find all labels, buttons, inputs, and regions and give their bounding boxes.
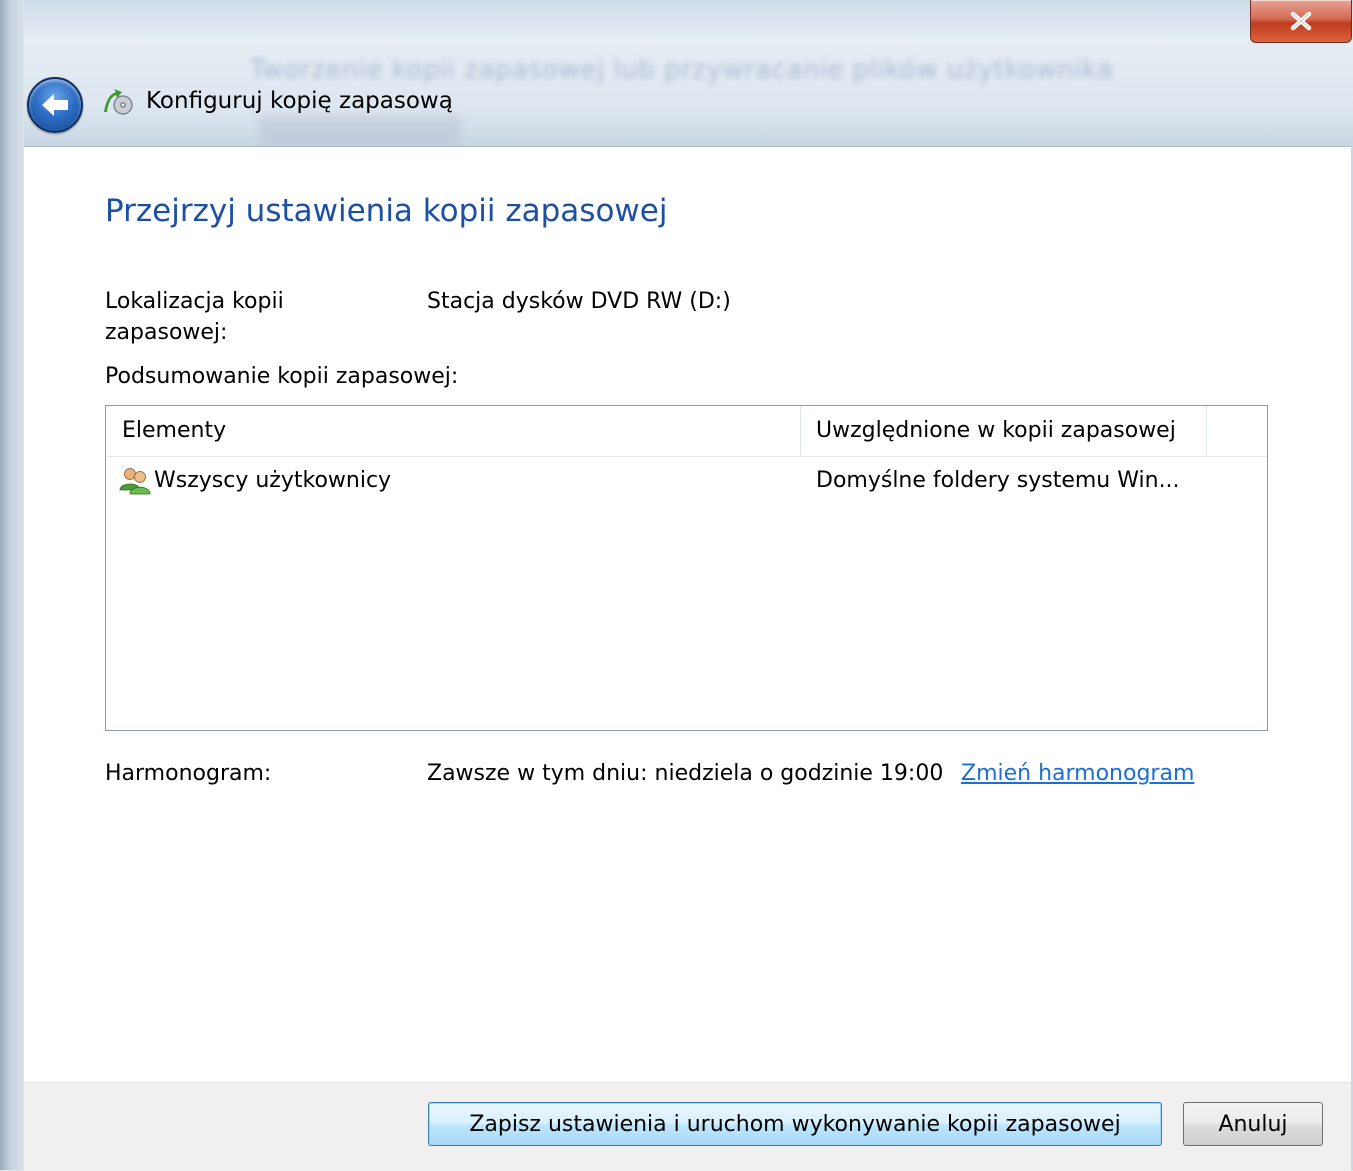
button-bar: Zapisz ustawienia i uruchom wykonywanie … xyxy=(24,1082,1351,1171)
list-item-name: Wszyscy użytkownicy xyxy=(154,468,392,493)
location-value: Stacja dysków DVD RW (D:) xyxy=(427,289,731,314)
save-and-run-backup-button[interactable]: Zapisz ustawienia i uruchom wykonywanie … xyxy=(428,1102,1162,1146)
back-arrow-icon xyxy=(42,94,68,116)
column-separator[interactable] xyxy=(1206,406,1207,456)
column-header-items[interactable]: Elementy xyxy=(122,406,226,456)
backup-icon xyxy=(104,89,133,115)
window-frame-left-edge xyxy=(0,0,24,1170)
backup-summary-list[interactable]: Elementy Uwzględnione w kopii zapasowej … xyxy=(105,405,1268,731)
page-title: Przejrzyj ustawienia kopii zapasowej xyxy=(105,193,668,229)
close-x-icon xyxy=(1290,11,1312,31)
cancel-button[interactable]: Anuluj xyxy=(1183,1102,1323,1146)
list-item[interactable]: Wszyscy użytkownicy Domyślne foldery sys… xyxy=(106,458,1267,504)
schedule-label: Harmonogram: xyxy=(105,761,272,786)
window-title: Konfiguruj kopię zapasową xyxy=(146,88,453,114)
column-separator[interactable] xyxy=(800,406,801,456)
background-blur xyxy=(260,115,460,145)
change-schedule-link[interactable]: Zmień harmonogram xyxy=(961,758,1194,789)
content-pane: Przejrzyj ustawienia kopii zapasowej Lok… xyxy=(24,146,1351,1083)
close-button[interactable] xyxy=(1250,0,1352,43)
back-button[interactable] xyxy=(27,77,83,133)
list-item-included: Domyślne foldery systemu Win... xyxy=(816,468,1180,493)
location-label: Lokalizacja kopii zapasowej: xyxy=(105,289,284,345)
summary-label: Podsumowanie kopii zapasowej: xyxy=(105,364,459,389)
schedule-value: Zawsze w tym dniu: niedziela o godzinie … xyxy=(427,761,944,786)
users-icon xyxy=(119,468,151,495)
column-header-included[interactable]: Uwzględnione w kopii zapasowej xyxy=(816,406,1176,456)
list-header: Elementy Uwzględnione w kopii zapasowej xyxy=(106,406,1267,457)
